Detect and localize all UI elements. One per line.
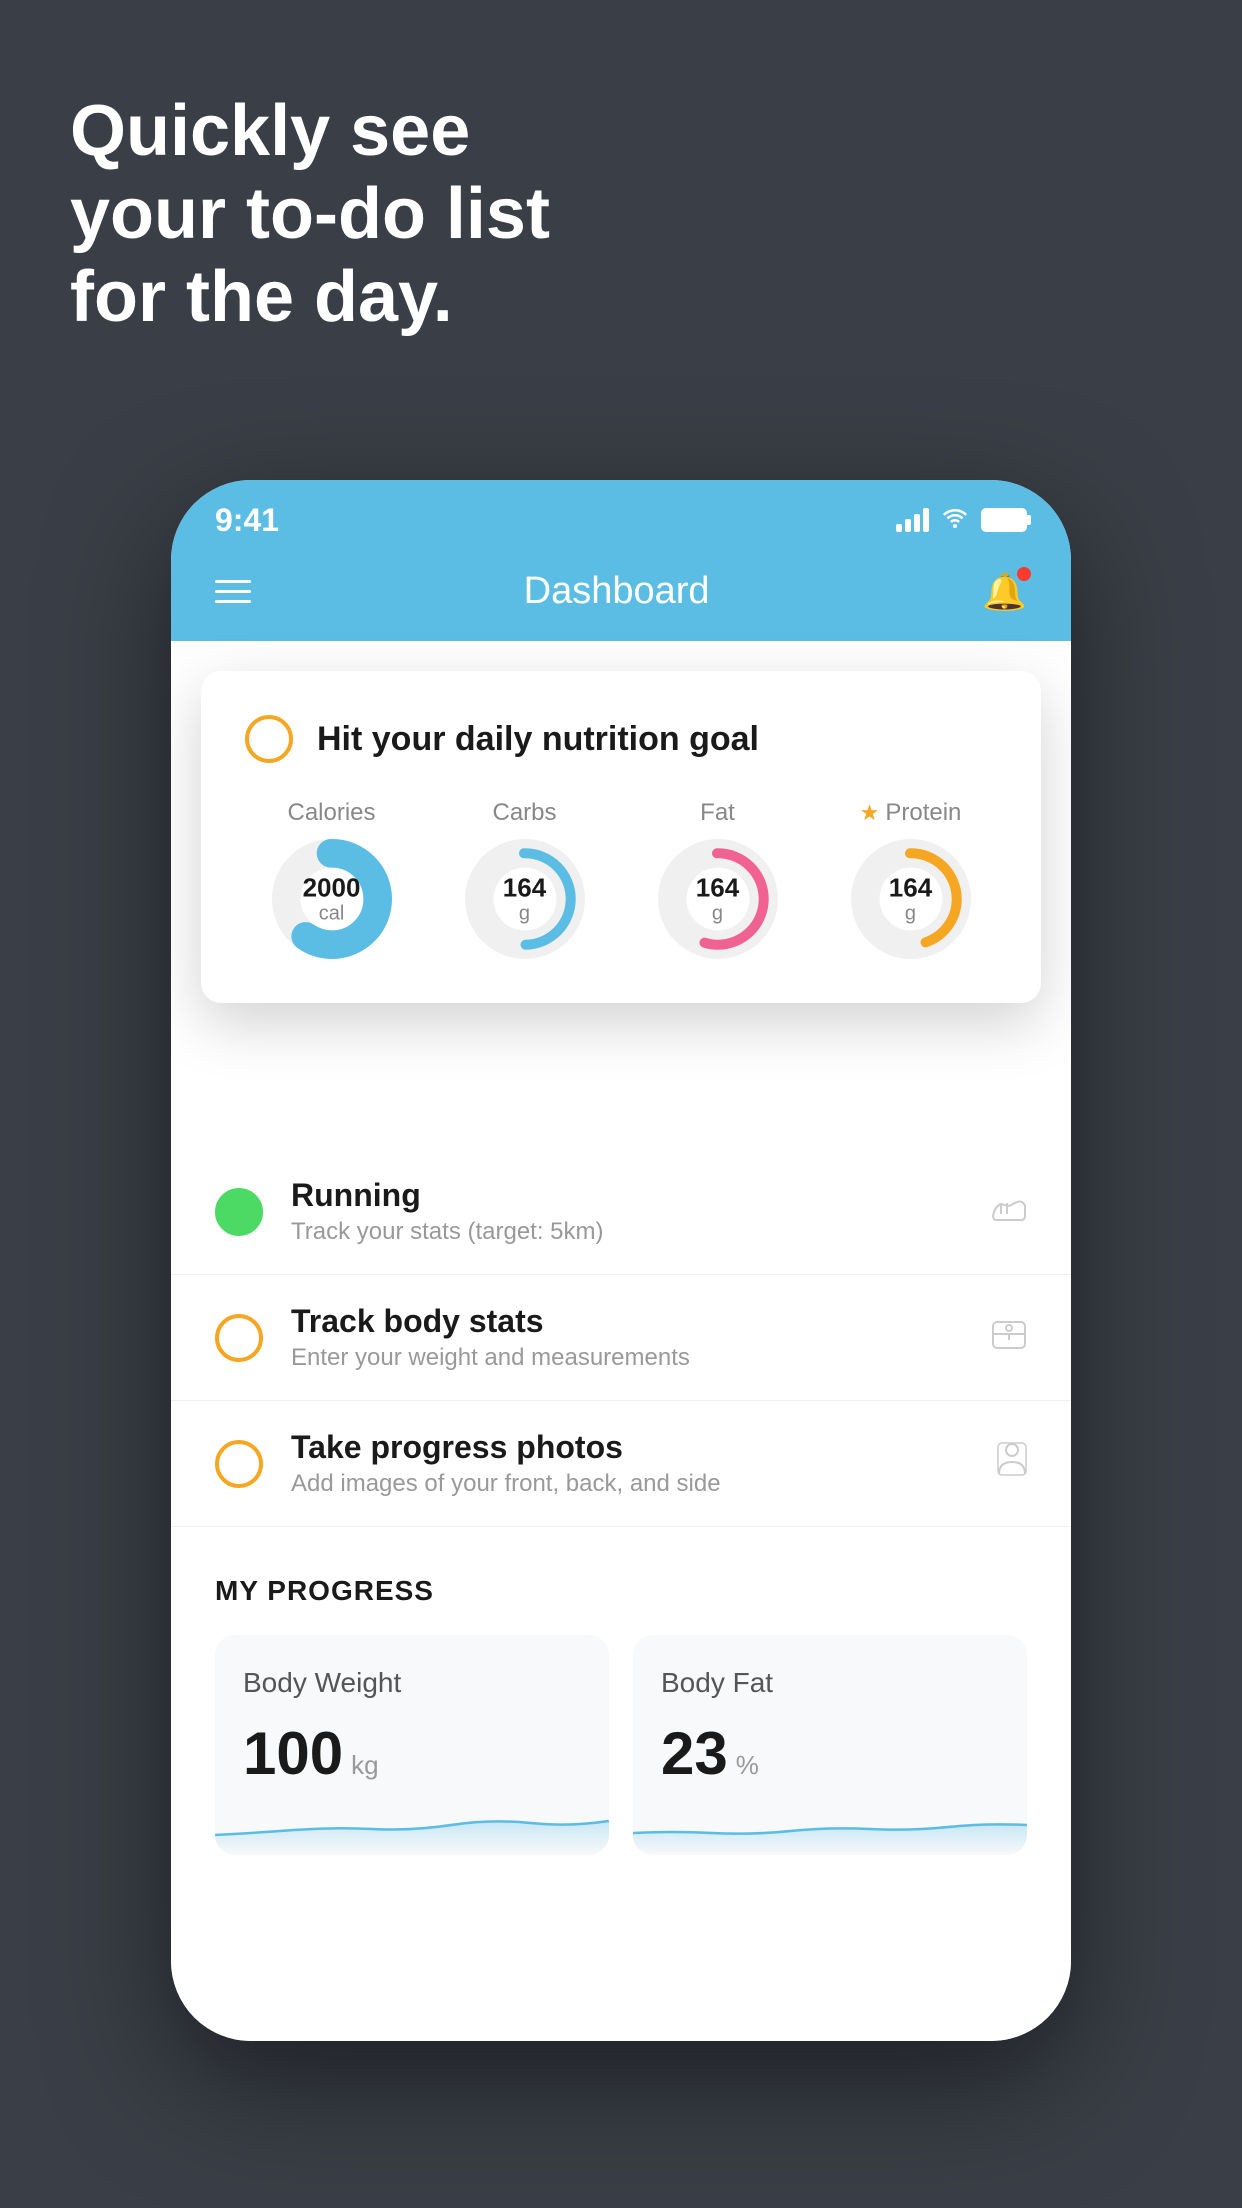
body-weight-card: Body Weight 100 kg	[215, 1635, 609, 1855]
nutrient-protein: ★ Protein 164 g	[851, 799, 971, 959]
app-header: Dashboard 🔔	[171, 550, 1071, 641]
phone-mockup: 9:41	[171, 480, 1071, 2041]
wifi-icon	[941, 506, 969, 535]
calories-value: 2000	[303, 874, 361, 903]
calories-label: Calories	[287, 799, 375, 827]
battery-icon	[981, 508, 1027, 532]
body-stats-title: Track body stats	[291, 1303, 963, 1340]
phone-screen: 9:41	[171, 480, 1071, 2041]
body-fat-value-row: 23 %	[661, 1719, 999, 1788]
status-time: 9:41	[215, 502, 279, 539]
body-fat-value: 23	[661, 1719, 728, 1788]
todo-item-running[interactable]: Running Track your stats (target: 5km)	[171, 1149, 1071, 1275]
headline: Quickly see your to-do list for the day.	[70, 90, 550, 338]
star-icon: ★	[860, 800, 880, 826]
nutrient-calories: Calories 2000 cal	[272, 799, 392, 959]
body-fat-unit: %	[736, 1750, 759, 1781]
nutrition-title: Hit your daily nutrition goal	[317, 720, 759, 759]
protein-label: Protein	[885, 799, 961, 827]
photos-text: Take progress photos Add images of your …	[291, 1429, 969, 1498]
notification-dot	[1017, 567, 1031, 581]
body-fat-title: Body Fat	[661, 1667, 999, 1699]
carbs-donut: 164 g	[465, 839, 585, 959]
status-icons	[896, 506, 1027, 535]
headline-line3: for the day.	[70, 256, 550, 339]
content-area: THINGS TO DO TODAY Hit your daily nutrit…	[171, 641, 1071, 2041]
photos-subtitle: Add images of your front, back, and side	[291, 1470, 969, 1498]
body-fat-chart	[633, 1795, 1027, 1855]
hamburger-line	[215, 600, 251, 603]
protein-unit: g	[889, 902, 932, 924]
nutrients-row: Calories 2000 cal	[245, 799, 997, 959]
nutrition-card: Hit your daily nutrition goal Calories	[201, 671, 1041, 1003]
fat-label: Fat	[700, 799, 735, 827]
todo-item-body-stats[interactable]: Track body stats Enter your weight and m…	[171, 1275, 1071, 1401]
nutrition-checkbox[interactable]	[245, 715, 293, 763]
fat-value: 164	[696, 874, 739, 903]
shoe-icon	[991, 1191, 1027, 1233]
running-title: Running	[291, 1177, 963, 1214]
body-weight-chart	[215, 1795, 609, 1855]
fat-unit: g	[696, 902, 739, 924]
body-weight-value-row: 100 kg	[243, 1719, 581, 1788]
fat-donut: 164 g	[658, 839, 778, 959]
notification-bell-button[interactable]: 🔔	[982, 571, 1027, 613]
progress-cards: Body Weight 100 kg	[215, 1635, 1027, 1855]
calories-donut: 2000 cal	[272, 839, 392, 959]
body-weight-unit: kg	[351, 1750, 378, 1781]
hamburger-line	[215, 590, 251, 593]
status-bar: 9:41	[171, 480, 1071, 550]
body-weight-value: 100	[243, 1719, 343, 1788]
menu-button[interactable]	[215, 580, 251, 603]
photos-checkbox[interactable]	[215, 1440, 263, 1488]
progress-section-title: MY PROGRESS	[215, 1575, 1027, 1607]
headline-line1: Quickly see	[70, 90, 550, 173]
protein-value: 164	[889, 874, 932, 903]
carbs-label: Carbs	[492, 799, 556, 827]
body-fat-card: Body Fat 23 %	[633, 1635, 1027, 1855]
nutrient-fat: Fat 164 g	[658, 799, 778, 959]
carbs-unit: g	[503, 902, 546, 924]
nutrient-carbs: Carbs 164 g	[465, 799, 585, 959]
running-subtitle: Track your stats (target: 5km)	[291, 1218, 963, 1246]
carbs-value: 164	[503, 874, 546, 903]
card-header-row: Hit your daily nutrition goal	[245, 715, 997, 763]
protein-donut: 164 g	[851, 839, 971, 959]
photos-title: Take progress photos	[291, 1429, 969, 1466]
signal-icon	[896, 508, 929, 532]
todo-item-photos[interactable]: Take progress photos Add images of your …	[171, 1401, 1071, 1527]
hamburger-line	[215, 580, 251, 583]
person-icon	[997, 1442, 1027, 1485]
body-stats-subtitle: Enter your weight and measurements	[291, 1344, 963, 1372]
body-stats-checkbox[interactable]	[215, 1314, 263, 1362]
header-title: Dashboard	[524, 570, 710, 613]
body-stats-text: Track body stats Enter your weight and m…	[291, 1303, 963, 1372]
running-checkbox[interactable]	[215, 1188, 263, 1236]
calories-unit: cal	[303, 902, 361, 924]
headline-line2: your to-do list	[70, 173, 550, 256]
running-text: Running Track your stats (target: 5km)	[291, 1177, 963, 1246]
body-weight-title: Body Weight	[243, 1667, 581, 1699]
progress-section: MY PROGRESS Body Weight 100 kg	[171, 1527, 1071, 1891]
scale-icon	[991, 1317, 1027, 1359]
